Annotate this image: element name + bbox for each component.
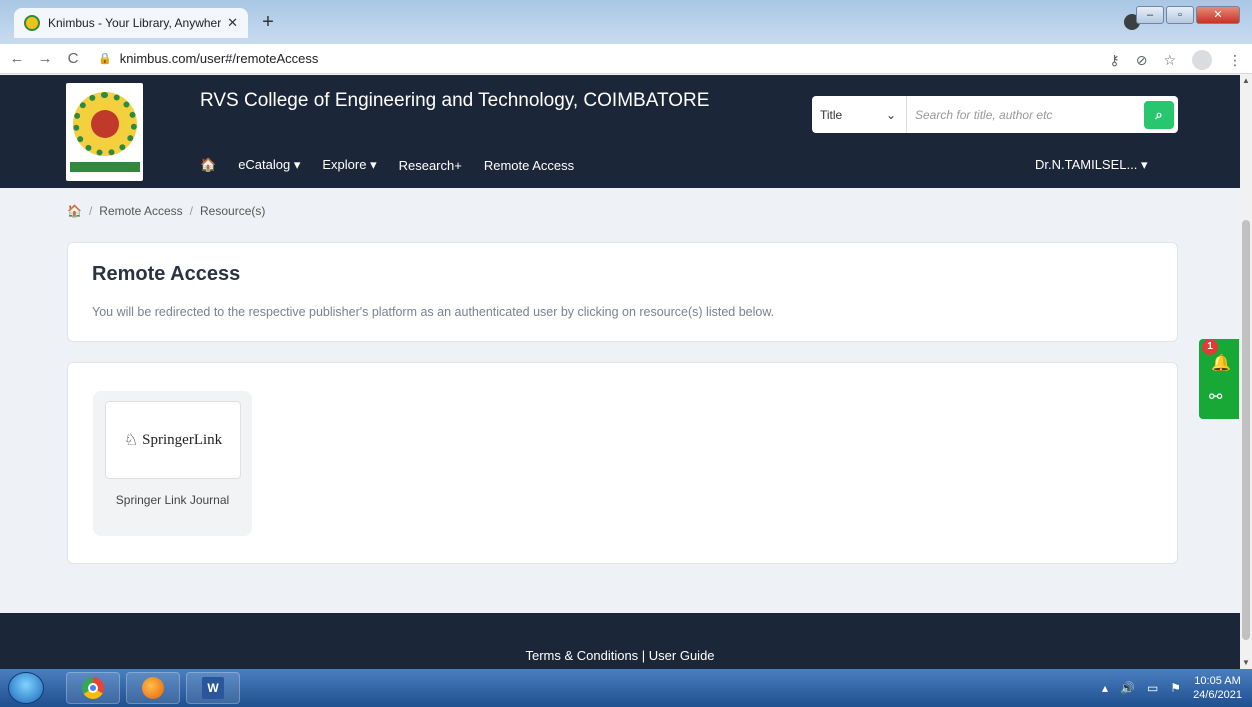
chevron-down-icon: ⌄ [885, 107, 896, 122]
reload-button[interactable]: C [62, 50, 84, 67]
bell-icon[interactable]: 🔔 [1211, 353, 1231, 373]
site-favicon-icon [24, 15, 40, 31]
firefox-icon [142, 677, 164, 699]
resource-tile[interactable]: ♘ SpringerLink Springer Link Journal [93, 391, 252, 536]
college-name: RVS College of Engineering and Technolog… [200, 90, 710, 111]
floating-action-bar: 1 🔔 ⚯ [1199, 339, 1239, 419]
logo-ribbon [69, 162, 140, 172]
volume-icon[interactable]: 🔊 [1120, 681, 1135, 695]
close-tab-icon[interactable]: ✕ [227, 15, 238, 31]
breadcrumb-resources: Resource(s) [200, 204, 266, 218]
word-icon: W [202, 677, 224, 699]
nav-ecatalog[interactable]: eCatalog ▾ [238, 157, 300, 173]
maximize-button[interactable]: ▫ [1166, 6, 1194, 24]
springer-horse-icon: ♘ [123, 432, 139, 449]
os-taskbar: W ▴ 🔊 ▭ ⚑ 10:05 AM 24/6/2021 [0, 669, 1252, 707]
profile-avatar[interactable] [1192, 50, 1212, 70]
breadcrumb: 🏠 / Remote Access / Resource(s) [67, 204, 265, 218]
key-icon[interactable]: ⚷ [1109, 52, 1119, 69]
footer-links[interactable]: Terms & Conditions | User Guide [0, 648, 1240, 663]
new-tab-button[interactable]: + [256, 10, 280, 34]
resources-card: ♘ SpringerLink Springer Link Journal [67, 362, 1178, 564]
start-button[interactable] [8, 672, 44, 704]
tab-title: Knimbus - Your Library, Anywher [48, 16, 222, 30]
home-icon[interactable]: 🏠 [200, 157, 216, 173]
url-field[interactable]: 🔒 knimbus.com/user#/remoteAccess [98, 51, 318, 66]
breadcrumb-separator: / [88, 204, 93, 218]
clock-date: 24/6/2021 [1193, 689, 1242, 701]
resource-logo-text: SpringerLink [142, 431, 223, 448]
user-menu[interactable]: Dr.N.TAMILSEL... ▾ [1035, 157, 1147, 173]
scroll-down-icon[interactable]: ▼ [1240, 657, 1252, 669]
network-icon[interactable]: ▭ [1147, 681, 1158, 695]
minimize-button[interactable]: – [1136, 6, 1164, 24]
nav-explore[interactable]: Explore ▾ [322, 157, 376, 173]
nav-remote-access[interactable]: Remote Access [484, 158, 574, 173]
star-icon[interactable]: ☆ [1163, 52, 1176, 69]
breadcrumb-remote-access[interactable]: Remote Access [99, 204, 182, 218]
clock-time: 10:05 AM [1194, 675, 1241, 687]
site-footer: Terms & Conditions | User Guide [0, 613, 1240, 669]
taskbar-word[interactable]: W [186, 672, 240, 704]
more-menu-icon[interactable]: ⋮ [1228, 52, 1242, 69]
search-button[interactable]: ⌕ [1144, 100, 1174, 129]
url-text: knimbus.com/user#/remoteAccess [119, 51, 319, 66]
scroll-up-icon[interactable]: ▲ [1240, 75, 1252, 87]
window-controls: – ▫ ✕ [1136, 6, 1240, 24]
clock[interactable]: 10:05 AM 24/6/2021 [1193, 674, 1242, 702]
breadcrumb-home-icon[interactable]: 🏠 [67, 204, 82, 218]
nav-research[interactable]: Research+ [399, 158, 462, 173]
college-logo[interactable] [66, 83, 143, 181]
breadcrumb-separator: / [189, 204, 194, 218]
address-bar: ← → C 🔒 knimbus.com/user#/remoteAccess ⚷… [0, 44, 1252, 74]
browser-tab-bar: Knimbus - Your Library, Anywher ✕ + – ▫ … [0, 0, 1252, 44]
springerlink-logo[interactable]: ♘ SpringerLink [105, 401, 241, 479]
search-type-select[interactable]: Title ⌄ [812, 96, 907, 133]
scroll-thumb[interactable] [1242, 220, 1250, 640]
search-bar: Title ⌄ Search for title, author etc ⌕ [812, 96, 1178, 133]
page-title: Remote Access [92, 263, 241, 285]
resource-name[interactable]: Springer Link Journal [93, 493, 252, 507]
eye-off-icon[interactable]: ⊘ [1136, 52, 1148, 69]
close-window-button[interactable]: ✕ [1196, 6, 1240, 24]
site-header: RVS College of Engineering and Technolog… [0, 75, 1240, 188]
taskbar-chrome[interactable] [66, 672, 120, 704]
tray-arrow-icon[interactable]: ▴ [1102, 681, 1108, 695]
search-type-value: Title [820, 107, 843, 122]
search-icon: ⌕ [1155, 106, 1163, 122]
back-button[interactable]: ← [6, 50, 28, 67]
forward-button[interactable]: → [34, 50, 56, 67]
search-input[interactable]: Search for title, author etc [907, 108, 1144, 122]
main-nav: 🏠 eCatalog ▾ Explore ▾ Research+ Remote … [200, 157, 574, 173]
link-icon[interactable]: ⚯ [1209, 387, 1222, 407]
page-scrollbar[interactable]: ▲ ▼ [1240, 75, 1252, 669]
browser-tab[interactable]: Knimbus - Your Library, Anywher ✕ [14, 8, 248, 38]
intro-card: Remote Access You will be redirected to … [67, 242, 1178, 342]
system-tray: ▴ 🔊 ▭ ⚑ 10:05 AM 24/6/2021 [1102, 674, 1242, 702]
taskbar-firefox[interactable] [126, 672, 180, 704]
address-bar-actions: ⚷ ⊘ ☆ ⋮ [1109, 50, 1242, 70]
page-description: You will be redirected to the respective… [92, 305, 775, 319]
college-emblem-icon [72, 92, 137, 156]
lock-icon: 🔒 [98, 53, 112, 65]
flag-icon[interactable]: ⚑ [1170, 681, 1181, 695]
chrome-icon [82, 677, 104, 699]
